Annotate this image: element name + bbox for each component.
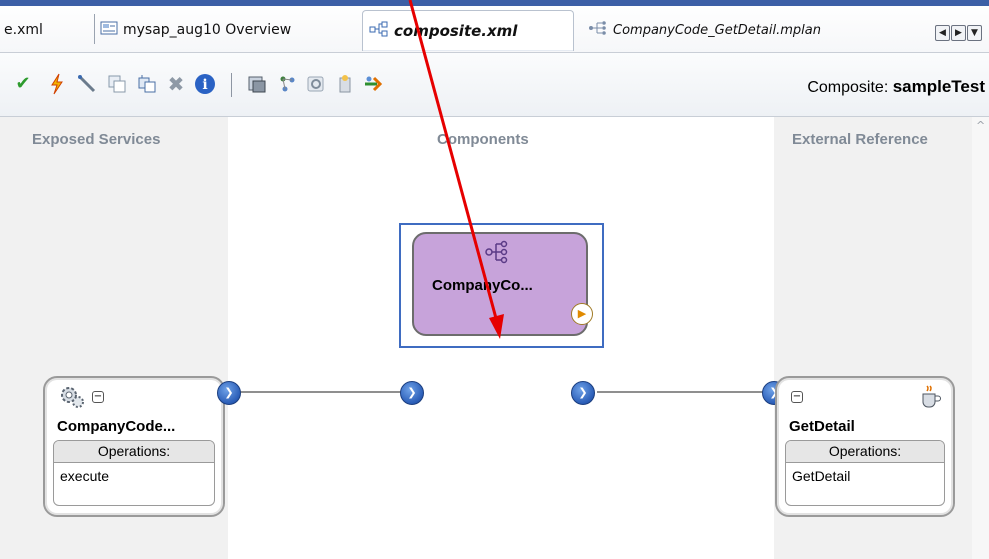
reference-title: GetDetail — [789, 418, 855, 435]
copy-component-icon[interactable] — [106, 73, 128, 95]
tab-separator — [94, 14, 95, 44]
exposed-service-card[interactable]: − CompanyCode... Operations: execute — [43, 376, 225, 517]
toolbar-separator — [231, 73, 232, 97]
overview-icon — [100, 21, 118, 39]
composite-name-label: Composite: sampleTest — [807, 77, 985, 97]
external-reference-card[interactable]: − GetDetail Operations: GetDetail — [775, 376, 955, 517]
scroll-up-icon[interactable]: ^ — [976, 119, 985, 132]
svg-text:i: i — [202, 77, 207, 93]
tab-composite-xml[interactable]: composite.xml — [362, 10, 574, 51]
tab-overview[interactable]: mysap_aug10 Overview — [100, 10, 350, 50]
wizard-icon[interactable] — [334, 73, 356, 95]
external-references-title: External Reference — [792, 131, 928, 148]
delete-icon[interactable]: ✖ — [165, 73, 187, 95]
tab-scroll-left-icon[interactable]: ◀ — [935, 25, 950, 41]
composite-toolbar: ✔ ✖ i Composite: sampleTest — [0, 53, 989, 117]
mediator-component[interactable]: CompanyCo... — [412, 232, 588, 336]
refresh-icon[interactable] — [305, 73, 327, 95]
tab-list-dropdown-icon[interactable]: ▼ — [967, 25, 982, 41]
composite-icon — [369, 21, 389, 41]
services-icon[interactable] — [246, 73, 268, 95]
component-title: CompanyCo... — [432, 277, 533, 294]
service-title: CompanyCode... — [57, 418, 176, 435]
java-adapter-icon — [917, 384, 943, 415]
service-to-component-wire[interactable] — [240, 391, 402, 393]
service-output-port-icon[interactable]: ❯ — [217, 381, 241, 405]
deploy-lightning-icon[interactable] — [46, 73, 68, 95]
vertical-scrollbar[interactable]: ^ — [972, 117, 989, 559]
component-to-reference-wire[interactable] — [597, 391, 767, 393]
mediator-icon — [485, 240, 509, 269]
component-output-port-icon[interactable]: ❯ — [571, 381, 595, 405]
tab-label: CompanyCode_GetDetail.mplan — [613, 22, 821, 38]
components-title: Components — [437, 131, 529, 148]
window-top-strip — [0, 0, 989, 6]
editor-tab-bar: e.xml mysap_aug10 Overview composite.xml… — [0, 0, 989, 53]
operation-item[interactable]: GetDetail — [786, 463, 944, 489]
collapse-icon[interactable]: − — [92, 391, 104, 403]
composite-prefix: Composite: — [807, 79, 889, 96]
tab-label: mysap_aug10 Overview — [123, 22, 292, 38]
tab-e-xml[interactable]: e.xml — [4, 10, 84, 50]
component-input-port-icon[interactable]: ❯ — [400, 381, 424, 405]
test-icon[interactable] — [362, 73, 384, 95]
exposed-services-title: Exposed Services — [32, 131, 161, 148]
layout-icon[interactable] — [276, 73, 298, 95]
reference-operations-box: Operations: GetDetail — [785, 440, 945, 506]
tab-label: e.xml — [4, 22, 43, 38]
mplan-icon — [588, 21, 608, 39]
validate-check-icon[interactable]: ✔ — [12, 73, 34, 95]
tab-scroll-right-icon[interactable]: ▶ — [951, 25, 966, 41]
collapse-icon[interactable]: − — [791, 391, 803, 403]
info-icon[interactable]: i — [194, 73, 216, 95]
paste-component-icon[interactable] — [136, 73, 158, 95]
composite-name: sampleTest — [892, 77, 985, 96]
component-run-icon[interactable]: ▶ — [571, 303, 593, 325]
wire-icon[interactable] — [76, 73, 98, 95]
tab-mplan[interactable]: CompanyCode_GetDetail.mplan — [580, 10, 880, 50]
operation-item[interactable]: execute — [54, 463, 214, 489]
operations-header: Operations: — [54, 441, 214, 463]
tab-label: composite.xml — [394, 22, 518, 40]
service-operations-box: Operations: execute — [53, 440, 215, 506]
operations-header: Operations: — [786, 441, 944, 463]
web-service-gear-icon — [59, 384, 85, 415]
